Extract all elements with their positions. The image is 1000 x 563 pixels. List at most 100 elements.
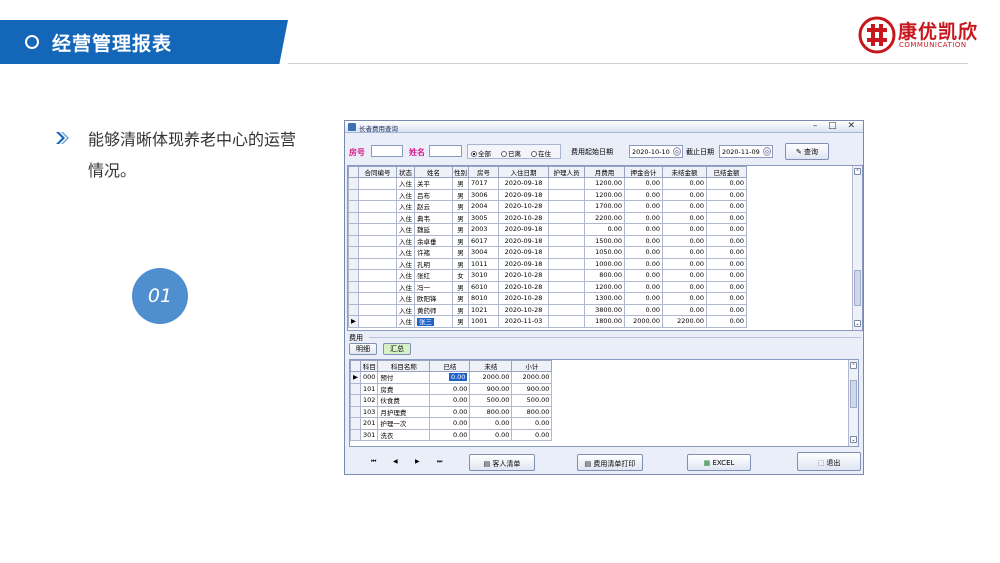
table-row[interactable]: 301 洗衣 0.00 0.00 0.00 xyxy=(350,428,553,441)
column-header[interactable]: 性别 xyxy=(452,166,469,178)
nav-next-icon[interactable]: ▶ xyxy=(415,458,420,465)
table-cell: 入住 xyxy=(396,211,415,224)
spin-icon[interactable]: ◇ xyxy=(763,147,771,156)
row-selector[interactable] xyxy=(348,303,359,316)
table-cell: 男 xyxy=(452,177,469,190)
room-input[interactable] xyxy=(371,145,403,157)
table-row[interactable]: 入住 典韦男 3005 2020-10-28 2200.00 0.00 0.00 0.00 xyxy=(348,211,747,224)
column-header[interactable]: 月费用 xyxy=(584,166,625,178)
row-selector[interactable] xyxy=(348,188,359,201)
start-date-input[interactable]: 2020-10-10 ◇ xyxy=(629,145,683,158)
chevron-right-icon xyxy=(56,132,69,144)
column-header[interactable]: 护理人员 xyxy=(548,166,585,178)
row-selector[interactable] xyxy=(348,246,359,259)
table-row[interactable]: 入住 魏延男 2003 2020-09-18 0.00 0.00 0.00 0.00 xyxy=(348,223,747,236)
guest-list-button[interactable]: ▤ 客人清单 xyxy=(469,454,535,471)
table-cell xyxy=(358,234,397,247)
row-selector[interactable] xyxy=(350,428,361,441)
scroll-thumb[interactable] xyxy=(854,270,861,306)
query-button[interactable]: ✎ 查询 xyxy=(785,143,829,160)
row-selector[interactable] xyxy=(348,257,359,270)
column-header[interactable]: 小计 xyxy=(511,360,553,372)
scroll-up-icon[interactable]: ⌃ xyxy=(854,168,861,175)
row-selector[interactable] xyxy=(350,405,361,418)
row-selector[interactable] xyxy=(350,417,361,430)
row-selector[interactable]: ▶ xyxy=(348,315,359,328)
table-cell: 2020-09-18 xyxy=(498,246,549,259)
table-row[interactable]: 201 护理一次 0.00 0.00 0.00 xyxy=(350,417,553,430)
radio-unchecked-icon xyxy=(531,151,537,157)
column-header[interactable]: 房号 xyxy=(468,166,499,178)
main-scrollbar[interactable]: ⌃ ⌄ xyxy=(852,166,862,330)
row-selector[interactable] xyxy=(348,211,359,224)
table-cell: 赵云 xyxy=(414,200,453,213)
table-row[interactable]: 101 房费 0.00 900.00 900.00 xyxy=(350,382,553,395)
table-cell xyxy=(358,246,397,259)
fee-scrollbar[interactable]: ⌃ ⌄ xyxy=(848,360,858,446)
scroll-down-icon[interactable]: ⌄ xyxy=(854,320,861,327)
table-row[interactable]: 入住 关平男 7017 2020-09-18 1200.00 0.00 0.00 0.00 xyxy=(348,177,747,190)
title-banner: 经营管理报表 xyxy=(0,20,288,64)
column-header[interactable]: 入住日期 xyxy=(498,166,549,178)
column-header[interactable]: 未结 xyxy=(469,360,513,372)
radio-left[interactable]: 已离 xyxy=(501,148,521,158)
nav-last-icon[interactable]: ⏭ xyxy=(437,458,442,466)
table-row[interactable]: 入住 黄药师男 1021 2020-10-28 3800.00 0.00 0.00 0.00 xyxy=(348,303,747,316)
column-header[interactable]: 合同编号 xyxy=(358,166,397,178)
row-selector[interactable] xyxy=(350,382,361,395)
radio-all[interactable]: 全部 xyxy=(471,148,491,158)
column-header[interactable]: 姓名 xyxy=(414,166,453,178)
nav-prev-icon[interactable]: ◀ xyxy=(393,458,398,465)
tab-detail[interactable]: 明细 xyxy=(349,343,377,355)
table-cell: 男 xyxy=(452,211,469,224)
name-input[interactable] xyxy=(429,145,462,157)
scroll-up-icon[interactable]: ⌃ xyxy=(850,362,857,369)
table-cell xyxy=(548,280,585,293)
column-header[interactable]: 押金合计 xyxy=(624,166,663,178)
table-row[interactable]: 入住 孔明男 1011 2020-09-18 1000.00 0.00 0.00 0.00 xyxy=(348,257,747,270)
table-cell: 1021 xyxy=(468,303,499,316)
tab-summary[interactable]: 汇总 xyxy=(383,343,411,355)
table-row[interactable]: 入住 吕布男 3006 2020-09-18 1200.00 0.00 0.00 0.00 xyxy=(348,188,747,201)
table-row[interactable]: 102 伙食费 0.00 500.00 500.00 xyxy=(350,394,553,407)
spin-icon[interactable]: ◇ xyxy=(673,147,681,156)
window-controls[interactable]: – □ ✕ xyxy=(813,121,859,131)
radio-in[interactable]: 在住 xyxy=(531,148,551,158)
table-row[interactable]: ▶ 入住 张三男 1001 2020-11-03 1800.00 2000.00 2200.0… xyxy=(348,315,747,328)
row-selector[interactable] xyxy=(348,269,359,282)
excel-button[interactable]: ▦ EXCEL xyxy=(687,454,751,471)
row-selector[interactable] xyxy=(348,234,359,247)
table-cell: 欧阳锋 xyxy=(414,292,453,305)
table-row[interactable]: 入住 余卓垂男 6017 2020-09-18 1500.00 0.00 0.00 0.00 xyxy=(348,234,747,247)
row-selector[interactable] xyxy=(348,200,359,213)
print-fee-button[interactable]: ▤ 费用清单打印 xyxy=(577,454,643,471)
column-header[interactable]: 未结金额 xyxy=(662,166,707,178)
row-selector[interactable] xyxy=(348,177,359,190)
table-row[interactable]: 入住 赵云男 2004 2020-10-28 1700.00 0.00 0.00 0.00 xyxy=(348,200,747,213)
row-selector[interactable] xyxy=(348,280,359,293)
table-cell: 护理一次 xyxy=(377,417,431,430)
table-row[interactable]: ▶ 000 预付 0.00 2000.00 2000.00 xyxy=(350,371,553,384)
row-selector[interactable]: ▶ xyxy=(350,371,361,384)
exit-button[interactable]: ⬚ 退出 xyxy=(797,452,861,471)
table-row[interactable]: 103 月护理费 0.00 800.00 800.00 xyxy=(350,405,553,418)
column-header[interactable]: 已结 xyxy=(429,360,471,372)
column-header[interactable]: 科目 xyxy=(359,360,379,372)
end-date-input[interactable]: 2020-11-09 ◇ xyxy=(719,145,773,158)
scroll-down-icon[interactable]: ⌄ xyxy=(850,436,857,443)
app-window: 长者费用查询 – □ ✕ 房号 姓名 全部 已离 在住 费用起始日期 2020-… xyxy=(344,120,864,475)
nav-first-icon[interactable]: ⏮ xyxy=(371,458,376,466)
table-row[interactable]: 入住 张红女 3010 2020-10-28 800.00 0.00 0.00 0.00 xyxy=(348,269,747,282)
table-cell: 0.00 xyxy=(624,177,663,190)
column-header[interactable]: 已结金额 xyxy=(706,166,747,178)
printer-icon: ▤ xyxy=(584,460,592,468)
column-header[interactable]: 状态 xyxy=(396,166,415,178)
row-selector[interactable] xyxy=(348,292,359,305)
table-row[interactable]: 入住 欧阳锋男 8010 2020-10-28 1300.00 0.00 0.00 0.00 xyxy=(348,292,747,305)
table-row[interactable]: 入住 冯一男 6010 2020-10-28 1200.00 0.00 0.00 0.00 xyxy=(348,280,747,293)
table-row[interactable]: 入住 许褚男 3004 2020-09-18 1050.00 0.00 0.00 0.00 xyxy=(348,246,747,259)
row-selector[interactable] xyxy=(350,394,361,407)
row-selector[interactable] xyxy=(348,223,359,236)
column-header[interactable]: 科目名称 xyxy=(377,360,431,372)
scroll-thumb[interactable] xyxy=(850,380,857,408)
